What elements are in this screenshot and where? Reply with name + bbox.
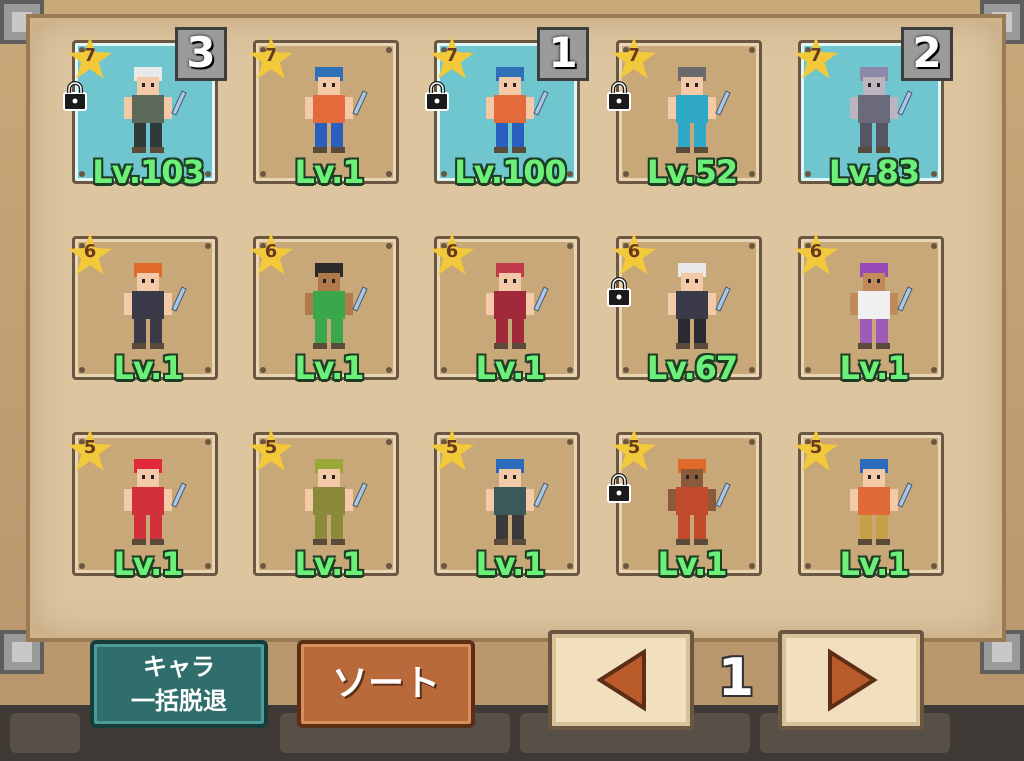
character-card[interactable]: 7 1 Lv.100 <box>425 27 589 191</box>
character-sprite <box>834 453 914 553</box>
rarity-star-icon: 7 <box>611 37 657 79</box>
rarity-star-icon: 5 <box>611 429 657 471</box>
character-card[interactable]: 5 Lv.1 <box>248 429 399 583</box>
character-level: Lv.100 <box>454 153 567 191</box>
character-level: Lv.83 <box>828 153 920 191</box>
rarity-star-count: 7 <box>809 45 823 66</box>
character-sprite <box>652 257 732 357</box>
character-card[interactable]: 6 Lv.1 <box>67 233 218 387</box>
party-slot-badge: 2 <box>901 27 953 81</box>
rarity-star-count: 6 <box>627 241 641 262</box>
character-level: Lv.1 <box>657 545 727 583</box>
character-card[interactable]: 5 Lv.1 <box>793 429 944 583</box>
character-sprite <box>108 257 188 357</box>
character-sprite <box>470 453 550 553</box>
rarity-star-icon: 7 <box>67 37 113 79</box>
lock-icon <box>61 81 89 111</box>
character-level: Lv.1 <box>294 349 364 387</box>
rarity-star-icon: 5 <box>248 429 294 471</box>
rarity-star-count: 6 <box>264 241 278 262</box>
party-slot-badge: 1 <box>537 27 589 81</box>
character-card[interactable]: 5 Lv.1 <box>429 429 580 583</box>
rarity-star-count: 6 <box>809 241 823 262</box>
rarity-star-icon: 6 <box>611 233 657 275</box>
character-card[interactable]: 7 2 Lv.83 <box>793 27 953 191</box>
character-card[interactable]: 7 Lv.52 <box>607 37 762 191</box>
character-sprite <box>652 61 732 161</box>
character-card[interactable]: 6 Lv.1 <box>248 233 399 387</box>
character-card[interactable]: 6 Lv.1 <box>793 233 944 387</box>
rarity-star-icon: 6 <box>429 233 475 275</box>
character-level: Lv.52 <box>646 153 738 191</box>
character-level: Lv.1 <box>475 349 545 387</box>
rarity-star-icon: 6 <box>67 233 113 275</box>
rarity-star-icon: 5 <box>429 429 475 471</box>
rarity-star-count: 5 <box>264 437 278 458</box>
rarity-star-count: 5 <box>83 437 97 458</box>
rarity-star-icon: 6 <box>248 233 294 275</box>
rarity-star-icon: 5 <box>793 429 839 471</box>
character-sprite <box>470 257 550 357</box>
bulk-release-label-line1: キャラ <box>143 653 215 681</box>
lock-icon <box>605 277 633 307</box>
rarity-star-icon: 7 <box>429 37 475 79</box>
sort-button-label: ソート <box>331 663 440 704</box>
rarity-star-icon: 6 <box>793 233 839 275</box>
lock-icon <box>605 473 633 503</box>
character-level: Lv.1 <box>475 545 545 583</box>
character-level: Lv.1 <box>294 545 364 583</box>
sort-button[interactable]: ソート <box>297 640 475 728</box>
bulk-release-button[interactable]: キャラ 一括脱退 <box>90 640 268 728</box>
character-level: Lv.1 <box>839 349 909 387</box>
character-level: Lv.103 <box>92 153 205 191</box>
character-card[interactable]: 5 Lv.1 <box>607 429 762 583</box>
page-number: 1 <box>717 648 755 708</box>
character-card[interactable]: 6 Lv.1 <box>429 233 580 387</box>
rarity-star-count: 5 <box>627 437 641 458</box>
lock-icon <box>605 81 633 111</box>
character-sprite <box>108 453 188 553</box>
character-sprite <box>289 453 369 553</box>
character-level: Lv.1 <box>839 545 909 583</box>
rarity-star-count: 5 <box>809 437 823 458</box>
character-sprite <box>289 257 369 357</box>
rarity-star-count: 6 <box>445 241 459 262</box>
rarity-star-count: 7 <box>264 45 278 66</box>
right-triangle-icon <box>828 648 878 712</box>
character-card[interactable]: 6 Lv.67 <box>607 233 762 387</box>
character-level: Lv.67 <box>646 349 738 387</box>
rarity-star-count: 7 <box>627 45 641 66</box>
character-level: Lv.1 <box>113 349 183 387</box>
character-card[interactable]: 5 Lv.1 <box>67 429 218 583</box>
character-level: Lv.1 <box>294 153 364 191</box>
next-page-button[interactable] <box>778 630 924 730</box>
character-sprite <box>834 257 914 357</box>
party-slot-badge: 3 <box>175 27 227 81</box>
rarity-star-count: 6 <box>83 241 97 262</box>
rarity-star-icon: 7 <box>248 37 294 79</box>
rarity-star-count: 7 <box>83 45 97 66</box>
character-sprite <box>652 453 732 553</box>
left-triangle-icon <box>596 648 646 712</box>
character-card[interactable]: 7 3 Lv.103 <box>63 27 227 191</box>
character-sprite <box>289 61 369 161</box>
rarity-star-icon: 7 <box>793 37 839 79</box>
prev-page-button[interactable] <box>548 630 694 730</box>
rarity-star-count: 5 <box>445 437 459 458</box>
rarity-star-count: 7 <box>445 45 459 66</box>
rarity-star-icon: 5 <box>67 429 113 471</box>
bulk-release-label-line2: 一括脱退 <box>131 687 227 715</box>
lock-icon <box>423 81 451 111</box>
character-level: Lv.1 <box>113 545 183 583</box>
character-card[interactable]: 7 Lv.1 <box>248 37 399 191</box>
